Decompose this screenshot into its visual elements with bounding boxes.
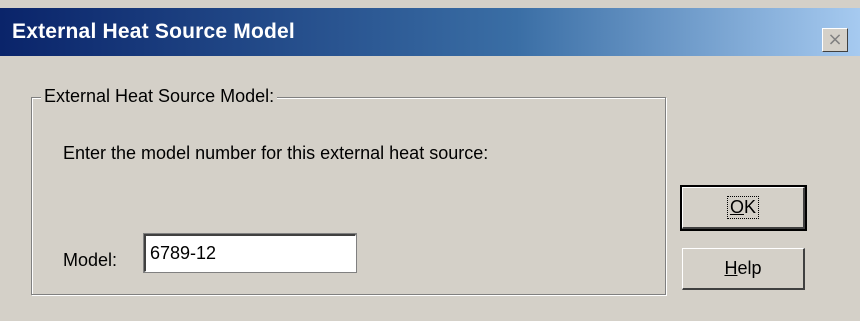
close-button[interactable]: × bbox=[822, 28, 848, 52]
close-icon: × bbox=[827, 29, 843, 50]
window-title: External Heat Source Model bbox=[12, 20, 295, 43]
ok-mnemonic: O bbox=[729, 197, 744, 217]
groupbox-legend: External Heat Source Model: bbox=[41, 86, 278, 107]
model-prompt: Enter the model number for this external… bbox=[63, 143, 489, 163]
title-bar[interactable]: External Heat Source Model × bbox=[0, 8, 860, 56]
ok-label-rest: K bbox=[744, 197, 757, 217]
help-mnemonic: H bbox=[724, 258, 738, 278]
dialog-window: External Heat Source Model × External He… bbox=[0, 0, 860, 321]
model-input[interactable] bbox=[143, 233, 357, 273]
help-button[interactable]: Help bbox=[682, 248, 805, 290]
ok-focus-ring: OK bbox=[726, 196, 760, 219]
help-label-rest: elp bbox=[737, 258, 762, 278]
model-groupbox: External Heat Source Model: Enter the mo… bbox=[31, 86, 666, 295]
model-label: Model: bbox=[63, 250, 118, 270]
ok-button[interactable]: OK bbox=[680, 185, 807, 231]
